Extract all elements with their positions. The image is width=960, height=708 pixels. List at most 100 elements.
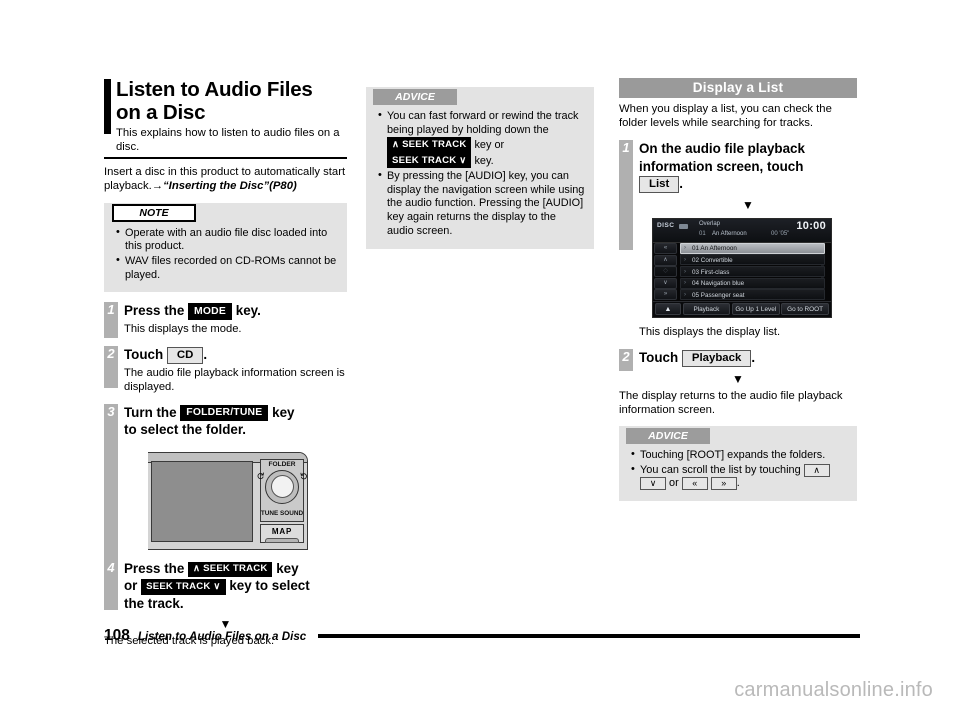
step-2: 2 Touch CD. The audio file playback info… bbox=[104, 345, 347, 394]
play-mode-label: Overlap bbox=[699, 221, 721, 228]
right-step-1-after-key: . bbox=[679, 176, 683, 192]
playback-touch-key[interactable]: Playback bbox=[681, 349, 752, 367]
mode-key-chip[interactable]: MODE bbox=[188, 303, 233, 320]
now-playing-number: 01 bbox=[699, 231, 706, 238]
right-column: Display a List When you display a list, … bbox=[619, 78, 857, 502]
chevron-right-icon: › bbox=[684, 256, 686, 263]
step-4-text-or: or bbox=[124, 578, 138, 594]
advice-text-part1: You can fast forward or rewind the track… bbox=[387, 110, 579, 136]
step-number: 1 bbox=[619, 140, 633, 251]
right-step-2: 2 Touch Playback. bbox=[619, 348, 857, 371]
go-up-level-button[interactable]: Go Up 1 Level bbox=[731, 303, 780, 316]
track-list-item[interactable]: › 03 First-class bbox=[680, 266, 825, 278]
chevron-right-icon: › bbox=[684, 291, 686, 298]
scroll-button-column: « ∧ ◇ ∨ » bbox=[653, 243, 678, 301]
section-header-display-a-list: Display a List bbox=[619, 78, 857, 98]
screen-status-bar: DISC Overlap 10:00 01 An Afternoon 00 '0… bbox=[653, 218, 831, 243]
go-to-root-button[interactable]: Go to ROOT bbox=[781, 303, 829, 316]
page-footer: 108 Listen to Audio Files on a Disc bbox=[104, 627, 860, 645]
footer-rule bbox=[318, 634, 860, 638]
step-1: 1 Press the MODE key. This displays the … bbox=[104, 302, 347, 339]
advice-text-part2: key. bbox=[474, 155, 494, 168]
advice-list: You can fast forward or rewind the track… bbox=[366, 109, 594, 239]
scroll-up-key-chip[interactable]: ∧ bbox=[803, 463, 830, 477]
tune-sound-label: TUNE SOUND bbox=[260, 509, 304, 517]
note-box: NOTE Operate with an audio file disc loa… bbox=[104, 202, 347, 293]
step-3: 3 Turn the FOLDER/TUNE key to select the… bbox=[104, 403, 347, 564]
step-2-text-pre: Touch bbox=[124, 346, 164, 362]
right-step-2-heading: Touch Playback. bbox=[639, 349, 857, 367]
intro-paragraph: Insert a disc in this product to automat… bbox=[104, 165, 347, 193]
eject-button[interactable]: ▲ bbox=[655, 303, 681, 316]
footer-section-title: Listen to Audio Files on a Disc bbox=[137, 629, 307, 643]
step-number: 2 bbox=[619, 348, 633, 371]
list-touch-key[interactable]: List bbox=[639, 176, 680, 193]
step-4-heading: Press the ∧ SEEK TRACK key or SEEK TRACK… bbox=[124, 560, 347, 612]
screen-bottom-bar: ▲ Playback Go Up 1 Level Go to ROOT bbox=[653, 300, 831, 317]
step-4: 4 Press the ∧ SEEK TRACK key or SEEK TRA… bbox=[104, 559, 347, 612]
scroll-up-icon[interactable]: ∧ bbox=[654, 254, 677, 266]
elapsed-time: 00 '05" bbox=[771, 231, 790, 238]
note-box-heading: NOTE bbox=[112, 203, 196, 222]
advice-box-list: ADVICE Touching [ROOT] expands the folde… bbox=[619, 425, 857, 502]
seek-track-up-key-chip[interactable]: ∧ SEEK TRACK bbox=[188, 561, 273, 578]
note-item: WAV files recorded on CD-ROMs cannot be … bbox=[116, 254, 338, 282]
step-number: 3 bbox=[104, 403, 118, 564]
page-title-line2: on a Disc bbox=[116, 101, 206, 125]
folder-tune-key-chip[interactable]: FOLDER/TUNE bbox=[180, 404, 269, 422]
screen-list-area: « ∧ ◇ ∨ » › 01 An Afternoon › 02 Convert… bbox=[653, 242, 831, 301]
scroll-bottom-icon[interactable]: » bbox=[654, 289, 677, 301]
advice-scroll-text: You can scroll the list by touching bbox=[640, 463, 801, 476]
playback-button[interactable]: Playback bbox=[682, 303, 731, 316]
audio-list-screen[interactable]: DISC Overlap 10:00 01 An Afternoon 00 '0… bbox=[652, 217, 832, 318]
seek-track-down-key-chip[interactable]: SEEK TRACK ∨ bbox=[141, 579, 226, 595]
advice-list: Touching [ROOT] expands the folders. You… bbox=[619, 448, 857, 491]
right-step-2-text-pre: Touch bbox=[639, 349, 679, 365]
step-2-heading: Touch CD. bbox=[124, 346, 347, 364]
cd-touch-key[interactable]: CD bbox=[166, 346, 204, 364]
title-divider bbox=[104, 157, 347, 160]
scroll-down-key-chip[interactable]: ∨ bbox=[640, 477, 666, 491]
scroll-middle-icon[interactable]: ◇ bbox=[654, 266, 677, 278]
advice-box-playback: ADVICE You can fast forward or rewind th… bbox=[366, 87, 594, 249]
folder-label: FOLDER bbox=[268, 460, 296, 468]
left-column: Listen to Audio Files on a Disc This exp… bbox=[104, 78, 347, 648]
chevron-right-icon: › bbox=[684, 245, 686, 252]
advice-item-audio-key: By pressing the [AUDIO] key, you can dis… bbox=[378, 169, 585, 239]
advice-item-scroll: You can scroll the list by touching ∧ ∨ … bbox=[631, 463, 848, 491]
scroll-top-icon[interactable]: « bbox=[654, 243, 677, 255]
track-list-item[interactable]: › 04 Navigation blue bbox=[680, 277, 825, 289]
seek-track-up-key-chip[interactable]: ∧ SEEK TRACK bbox=[387, 137, 472, 153]
right-step-1-heading: On the audio file playback information s… bbox=[639, 140, 857, 193]
advice-scroll-or: or bbox=[669, 477, 679, 490]
scroll-page-up-key-chip[interactable]: « bbox=[681, 477, 708, 491]
step-2-description: The audio file playback information scre… bbox=[124, 366, 345, 393]
head-unit-illustration: FOLDER ⟳ ⟲ TUNE SOUND MAP bbox=[148, 446, 309, 550]
step-3-heading: Turn the FOLDER/TUNE key to select the f… bbox=[124, 404, 347, 439]
right-step-1-description: This displays the display list. bbox=[639, 325, 781, 338]
step-3-text-line2: to select the folder. bbox=[124, 422, 247, 438]
source-label: DISC bbox=[657, 221, 675, 229]
note-box-list: Operate with an audio file disc loaded i… bbox=[104, 225, 347, 283]
scroll-down-icon[interactable]: ∨ bbox=[654, 277, 677, 289]
track-list-item[interactable]: › 01 An Afternoon bbox=[680, 242, 825, 254]
advice-scroll-end: . bbox=[736, 477, 740, 490]
scroll-page-down-key-chip[interactable]: » bbox=[710, 477, 737, 491]
flow-arrow-down-icon: ▼ bbox=[742, 197, 754, 212]
intro-cross-reference: “Inserting the Disc”(P80) bbox=[163, 180, 297, 193]
step-4-text-line3: the track. bbox=[124, 595, 184, 611]
seek-track-down-key-chip[interactable]: SEEK TRACK ∨ bbox=[387, 153, 472, 169]
folder-tune-knob-center[interactable] bbox=[270, 475, 294, 499]
track-list-item[interactable]: › 02 Convertible bbox=[680, 254, 825, 266]
track-label: 01 An Afternoon bbox=[692, 245, 737, 253]
right-step-1-line1: On the audio file playback bbox=[639, 141, 805, 157]
track-list: › 01 An Afternoon › 02 Convertible › 03 … bbox=[680, 242, 825, 301]
step-3-text-post: key bbox=[272, 404, 295, 420]
track-list-item[interactable]: › 05 Passenger seat bbox=[680, 289, 825, 301]
disc-icon bbox=[679, 223, 688, 229]
map-button-slot bbox=[265, 537, 299, 543]
step-4-text-pre: Press the bbox=[124, 560, 185, 576]
step-number: 2 bbox=[104, 345, 118, 388]
head-unit-display bbox=[151, 460, 253, 542]
section-title-block: Listen to Audio Files on a Disc This exp… bbox=[104, 78, 347, 154]
